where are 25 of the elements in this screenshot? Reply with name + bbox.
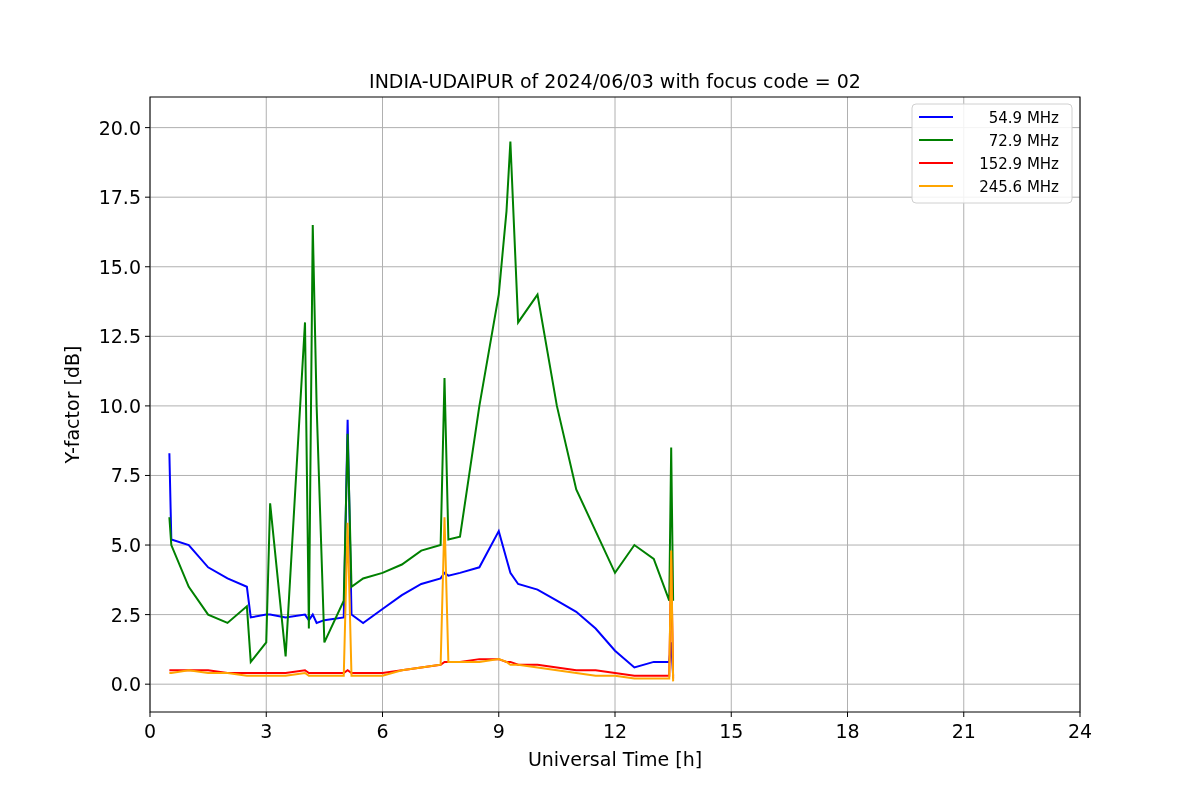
y-tick-label: 2.5 [110,603,141,626]
y-tick-label: 5.0 [110,534,141,557]
y-tick-label: 10.0 [98,394,141,417]
x-tick-label: 0 [143,720,157,742]
x-tick-label: 6 [376,720,389,742]
x-tick-label: 12 [602,720,628,742]
x-tick-label: 9 [492,720,505,742]
y-tick-label: 7.5 [110,464,141,487]
y-tick-label: 0.0 [110,673,141,696]
x-tick-label: 24 [1067,720,1093,742]
y-tick-label: 15.0 [98,255,141,278]
x-axis-label: Universal Time [h] [527,748,703,770]
x-tick-label: 15 [719,720,744,742]
legend-label: 245.6 MHz [979,178,1059,196]
legend-label: 72.9 MHz [988,132,1059,150]
y-axis-label: Y-factor [dB] [61,345,83,464]
y-tick-label: 20.0 [98,116,141,139]
legend-label: 152.9 MHz [979,155,1059,173]
chart-title: INDIA-UDAIPUR of 2024/06/03 with focus code = 02 [369,70,861,92]
y-tick-label: 12.5 [98,325,141,348]
x-tick-label: 18 [835,720,860,742]
x-tick-label: 3 [260,720,273,742]
x-tick-label: 21 [951,720,976,742]
legend-label: 54.9 MHz [988,109,1059,127]
y-tick-label: 17.5 [98,186,141,209]
